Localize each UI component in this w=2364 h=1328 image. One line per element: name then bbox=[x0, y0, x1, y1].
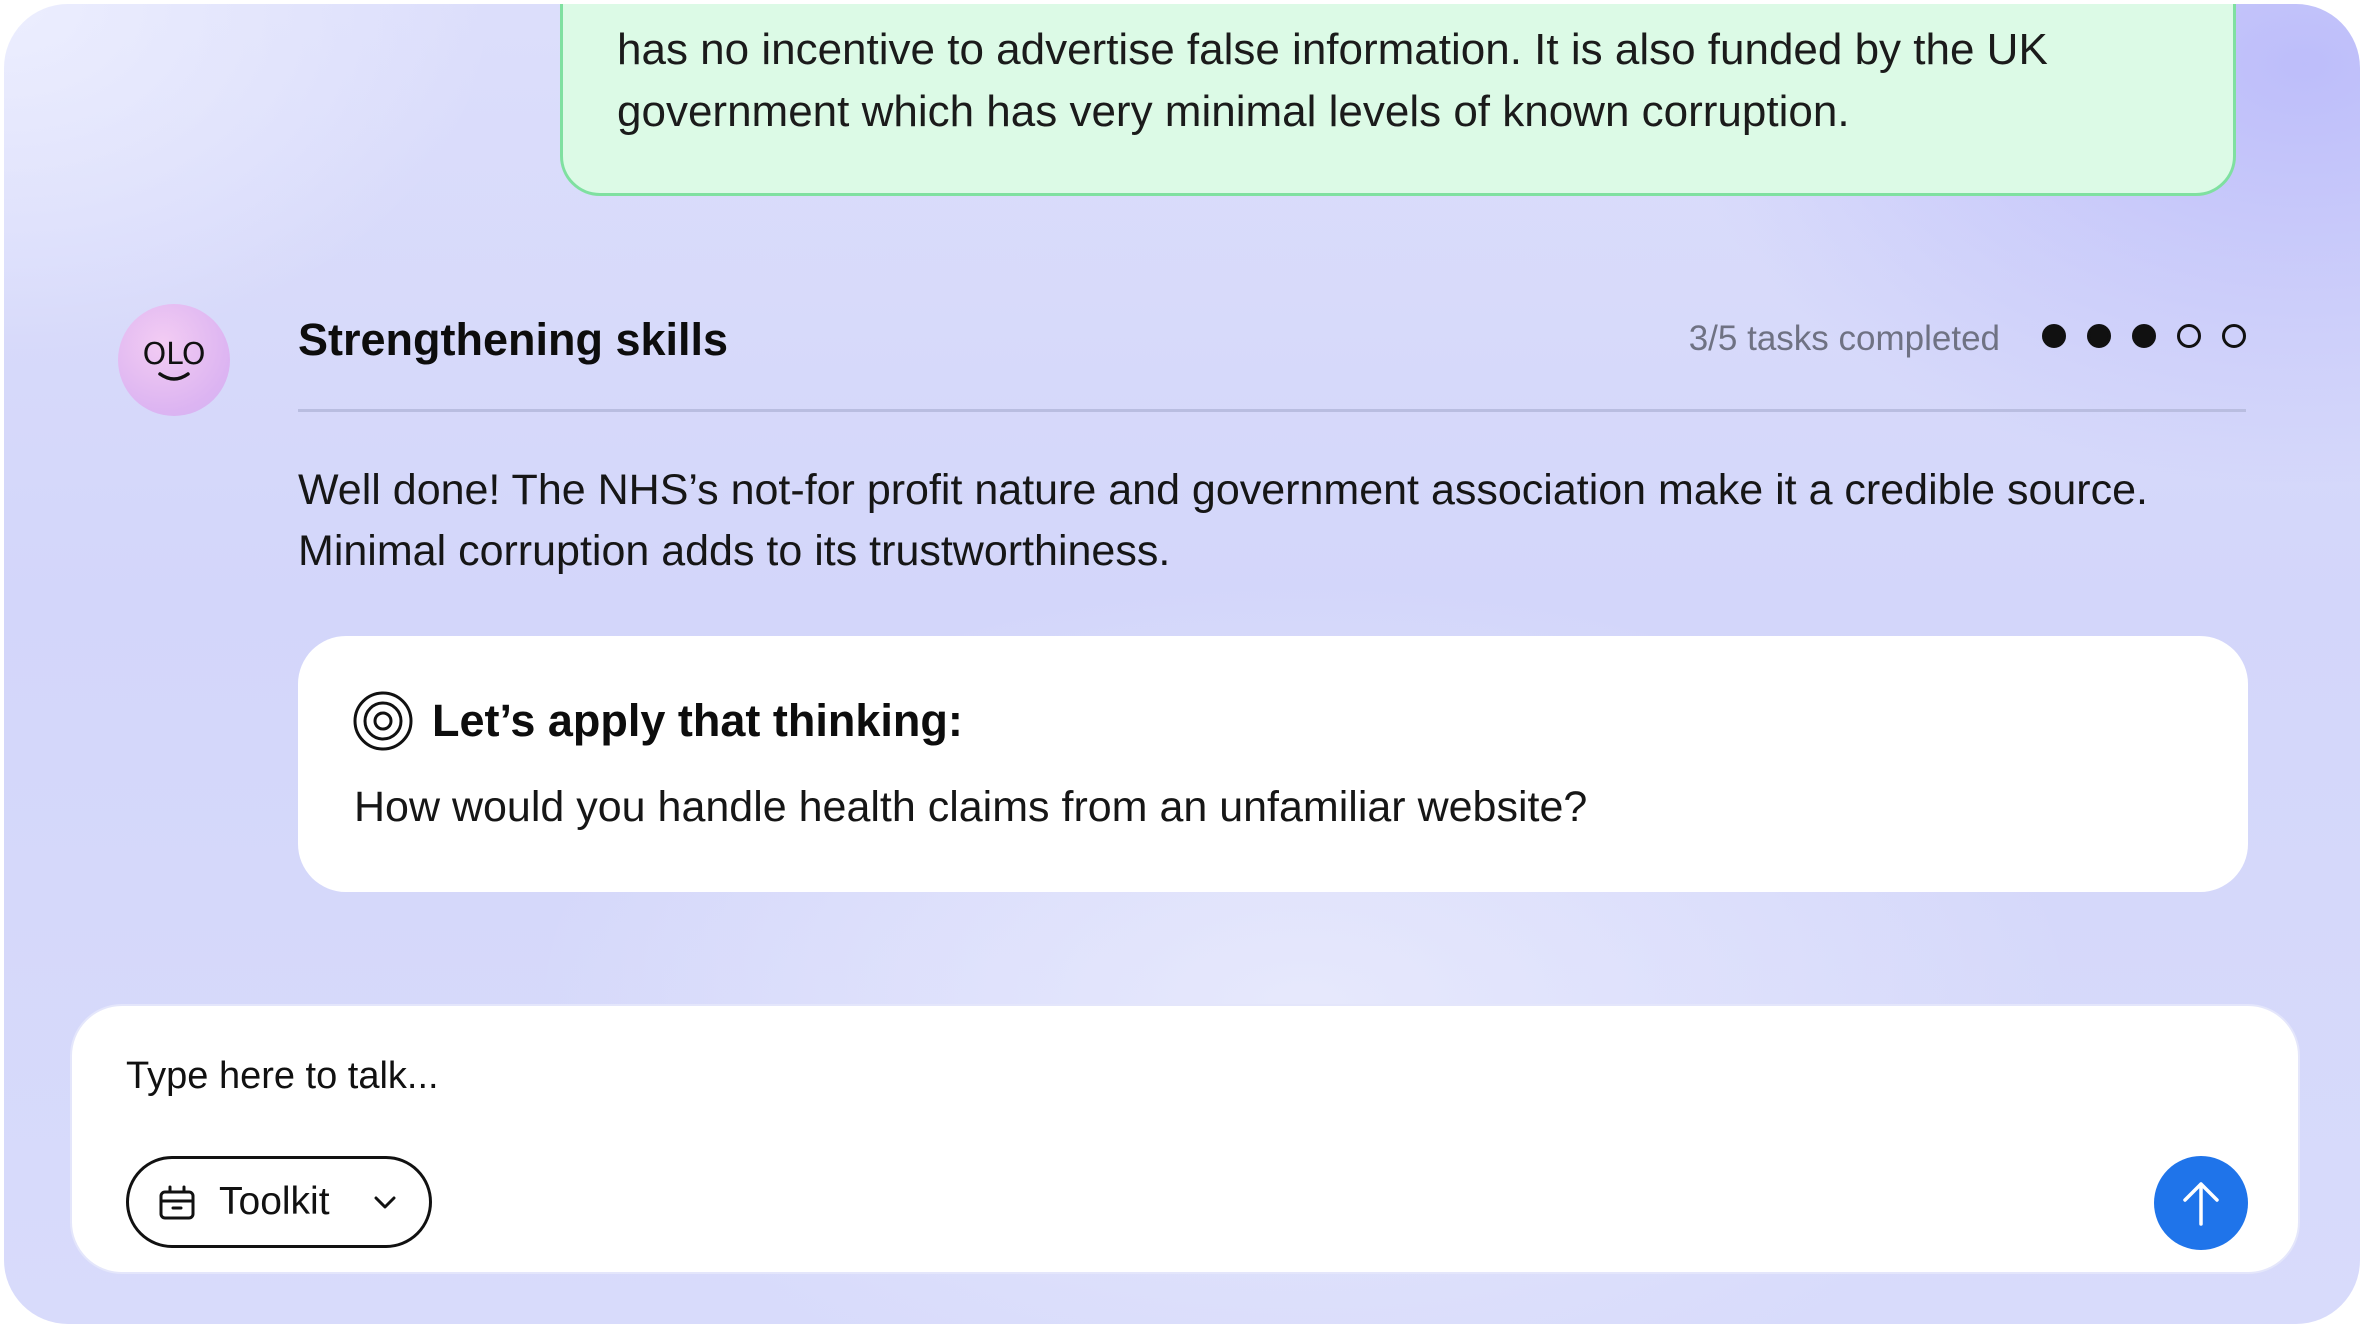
assistant-message-line: Well done! The NHS’s not-for profit natu… bbox=[298, 466, 2148, 514]
progress-dot-incomplete bbox=[2222, 324, 2246, 348]
message-composer: Toolkit bbox=[70, 1004, 2300, 1274]
user-message-line: has no incentive to advertise false info… bbox=[617, 25, 2048, 74]
toolkit-icon bbox=[159, 1185, 195, 1220]
apply-card-title: Let’s apply that thinking: bbox=[432, 695, 963, 746]
assistant-message: Well done! The NHS’s not-for profit natu… bbox=[298, 460, 2258, 582]
arrow-up-icon bbox=[2183, 1182, 2219, 1226]
toolkit-dropdown-button[interactable]: Toolkit bbox=[126, 1156, 432, 1248]
send-button[interactable] bbox=[2154, 1156, 2248, 1250]
assistant-message-line: Minimal corruption adds to its trustwort… bbox=[298, 527, 1171, 575]
assistant-avatar: OLO bbox=[118, 304, 230, 416]
task-progress-text: 3/5 tasks completed bbox=[1688, 319, 2000, 358]
user-message-line: government which has very minimal levels… bbox=[617, 87, 1850, 136]
olo-face-icon: OLO bbox=[143, 337, 206, 381]
toolkit-label: Toolkit bbox=[219, 1180, 330, 1223]
apply-card-question: How would you handle health claims from … bbox=[354, 783, 1588, 831]
user-message-bubble: has no incentive to advertise false info… bbox=[560, 4, 2236, 196]
task-header: Strengthening skills 3/5 tasks completed bbox=[298, 304, 2246, 412]
task-title: Strengthening skills bbox=[298, 314, 729, 365]
target-icon bbox=[353, 691, 413, 751]
progress-dot-incomplete bbox=[2177, 324, 2201, 348]
chat-window: has no incentive to advertise false info… bbox=[4, 4, 2360, 1324]
progress-dot-complete bbox=[2042, 324, 2066, 348]
avatar-text: OLO bbox=[143, 337, 206, 372]
progress-dot-complete bbox=[2087, 324, 2111, 348]
progress-dot-complete bbox=[2132, 324, 2156, 348]
task-progress-dots bbox=[2042, 324, 2246, 348]
apply-thinking-card: Let’s apply that thinking: How would you… bbox=[298, 636, 2248, 892]
message-input[interactable] bbox=[126, 1046, 1726, 1106]
chevron-down-icon bbox=[374, 1196, 396, 1209]
